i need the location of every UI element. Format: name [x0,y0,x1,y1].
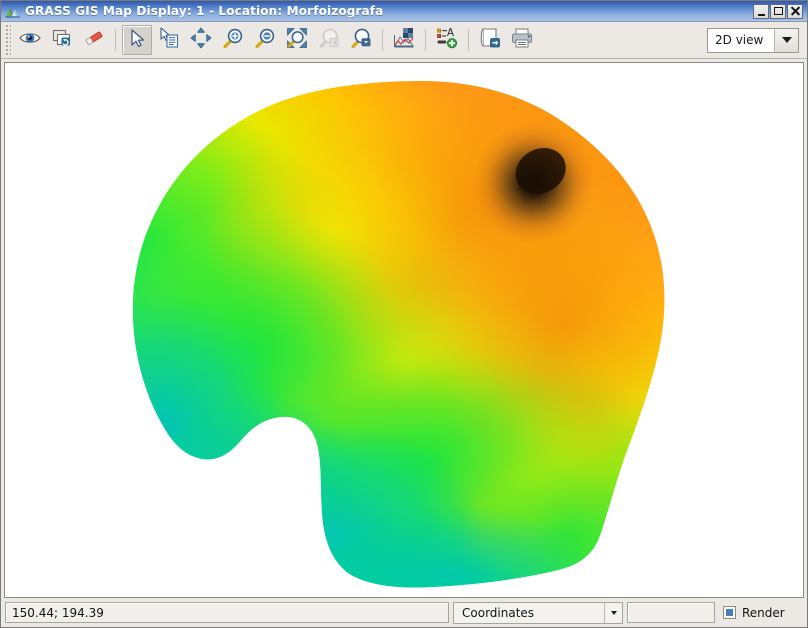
title-bar: GRASS GIS Map Display: 1 - Location: Mor… [1,1,807,22]
render-map-button[interactable] [47,25,77,55]
zoom-options-button[interactable] [346,25,376,55]
print-map-icon [510,26,534,54]
print-map-button[interactable] [507,25,537,55]
display-map-icon [18,26,42,54]
toolbar-separator-3 [425,29,426,51]
pan-button[interactable] [186,25,216,55]
screenshot-root: GRASS GIS Map Display: 1 - Location: Mor… [0,0,808,628]
erase-display-button[interactable] [79,25,109,55]
view-mode-label: 2D view [708,33,774,47]
analyze-profile-icon [392,26,416,54]
pointer-button[interactable] [122,25,152,55]
add-map-elements-icon: A [435,26,459,54]
maximize-button[interactable] [770,4,786,19]
coordinates-display: 150.44; 194.39 [5,602,449,623]
window-title: GRASS GIS Map Display: 1 - Location: Mor… [25,4,753,18]
toolbar-separator-1 [115,29,116,51]
zoom-in-button[interactable] [218,25,248,55]
window-controls [753,4,803,19]
svg-text:A: A [447,27,455,39]
toolbar-separator-4 [468,29,469,51]
status-mode-label: Coordinates [454,606,604,620]
zoom-out-icon [253,26,277,54]
zoom-back-button [314,25,344,55]
elevation-raster-map [5,63,803,597]
map-toolbar: A [1,22,807,59]
display-map-button[interactable] [15,25,45,55]
render-checkbox-label: Render [742,606,785,620]
render-checkbox[interactable]: Render [719,602,791,624]
save-to-file-icon [478,26,502,54]
query-raster-vector-icon [157,26,181,54]
zoom-back-icon [317,26,341,54]
zoom-to-extent-icon [285,26,309,54]
toolbar-drag-handle[interactable] [4,25,11,55]
zoom-out-button[interactable] [250,25,280,55]
erase-display-icon [82,26,106,54]
analyze-profile-button[interactable] [389,25,419,55]
checkbox-checked-icon [723,606,736,619]
chevron-down-icon[interactable] [604,603,622,623]
render-map-icon [50,26,74,54]
grass-gis-logo-icon [5,4,20,19]
zoom-options-icon [349,26,373,54]
map-display-window: GRASS GIS Map Display: 1 - Location: Mor… [0,0,808,628]
query-raster-vector-button[interactable] [154,25,184,55]
map-canvas[interactable] [4,62,804,598]
status-mode-select[interactable]: Coordinates [453,602,623,624]
zoom-in-icon [221,26,245,54]
save-to-file-button[interactable] [475,25,505,55]
minimize-button[interactable] [753,4,769,19]
add-map-elements-button[interactable]: A [432,25,462,55]
pointer-icon [125,26,149,54]
toolbar-separator-2 [382,29,383,51]
chevron-down-icon[interactable] [774,29,798,52]
pan-icon [189,26,213,54]
close-button[interactable] [787,4,803,19]
view-mode-select[interactable]: 2D view [707,28,799,53]
status-bar: 150.44; 194.39 Coordinates Render [1,598,807,627]
status-extra-field [627,602,715,623]
zoom-to-extent-button[interactable] [282,25,312,55]
